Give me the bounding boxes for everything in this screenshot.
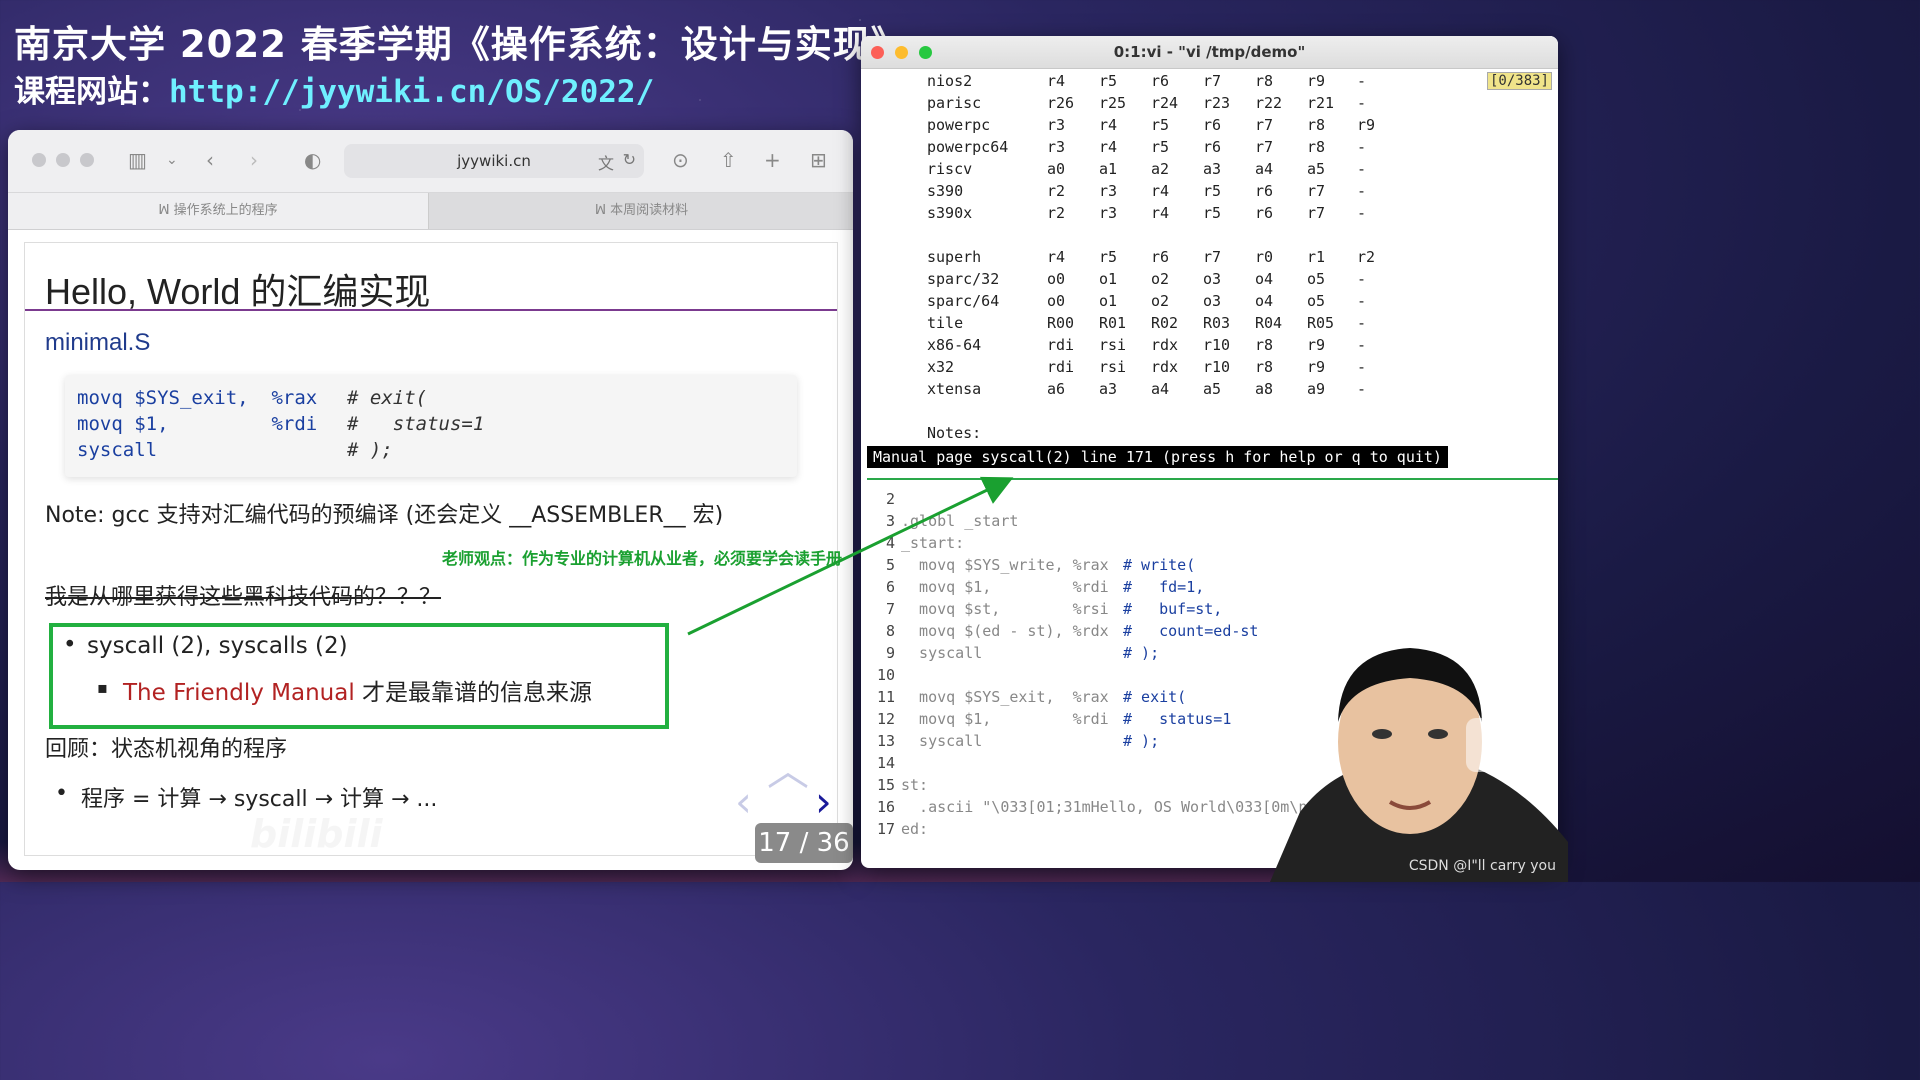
teacher-annotation: 老师观点：作为专业的计算机从业者，必须要学会读手册 (442, 549, 843, 568)
csdn-watermark: CSDN @I"ll carry you (1408, 858, 1556, 874)
play-icon[interactable] (1466, 718, 1524, 772)
